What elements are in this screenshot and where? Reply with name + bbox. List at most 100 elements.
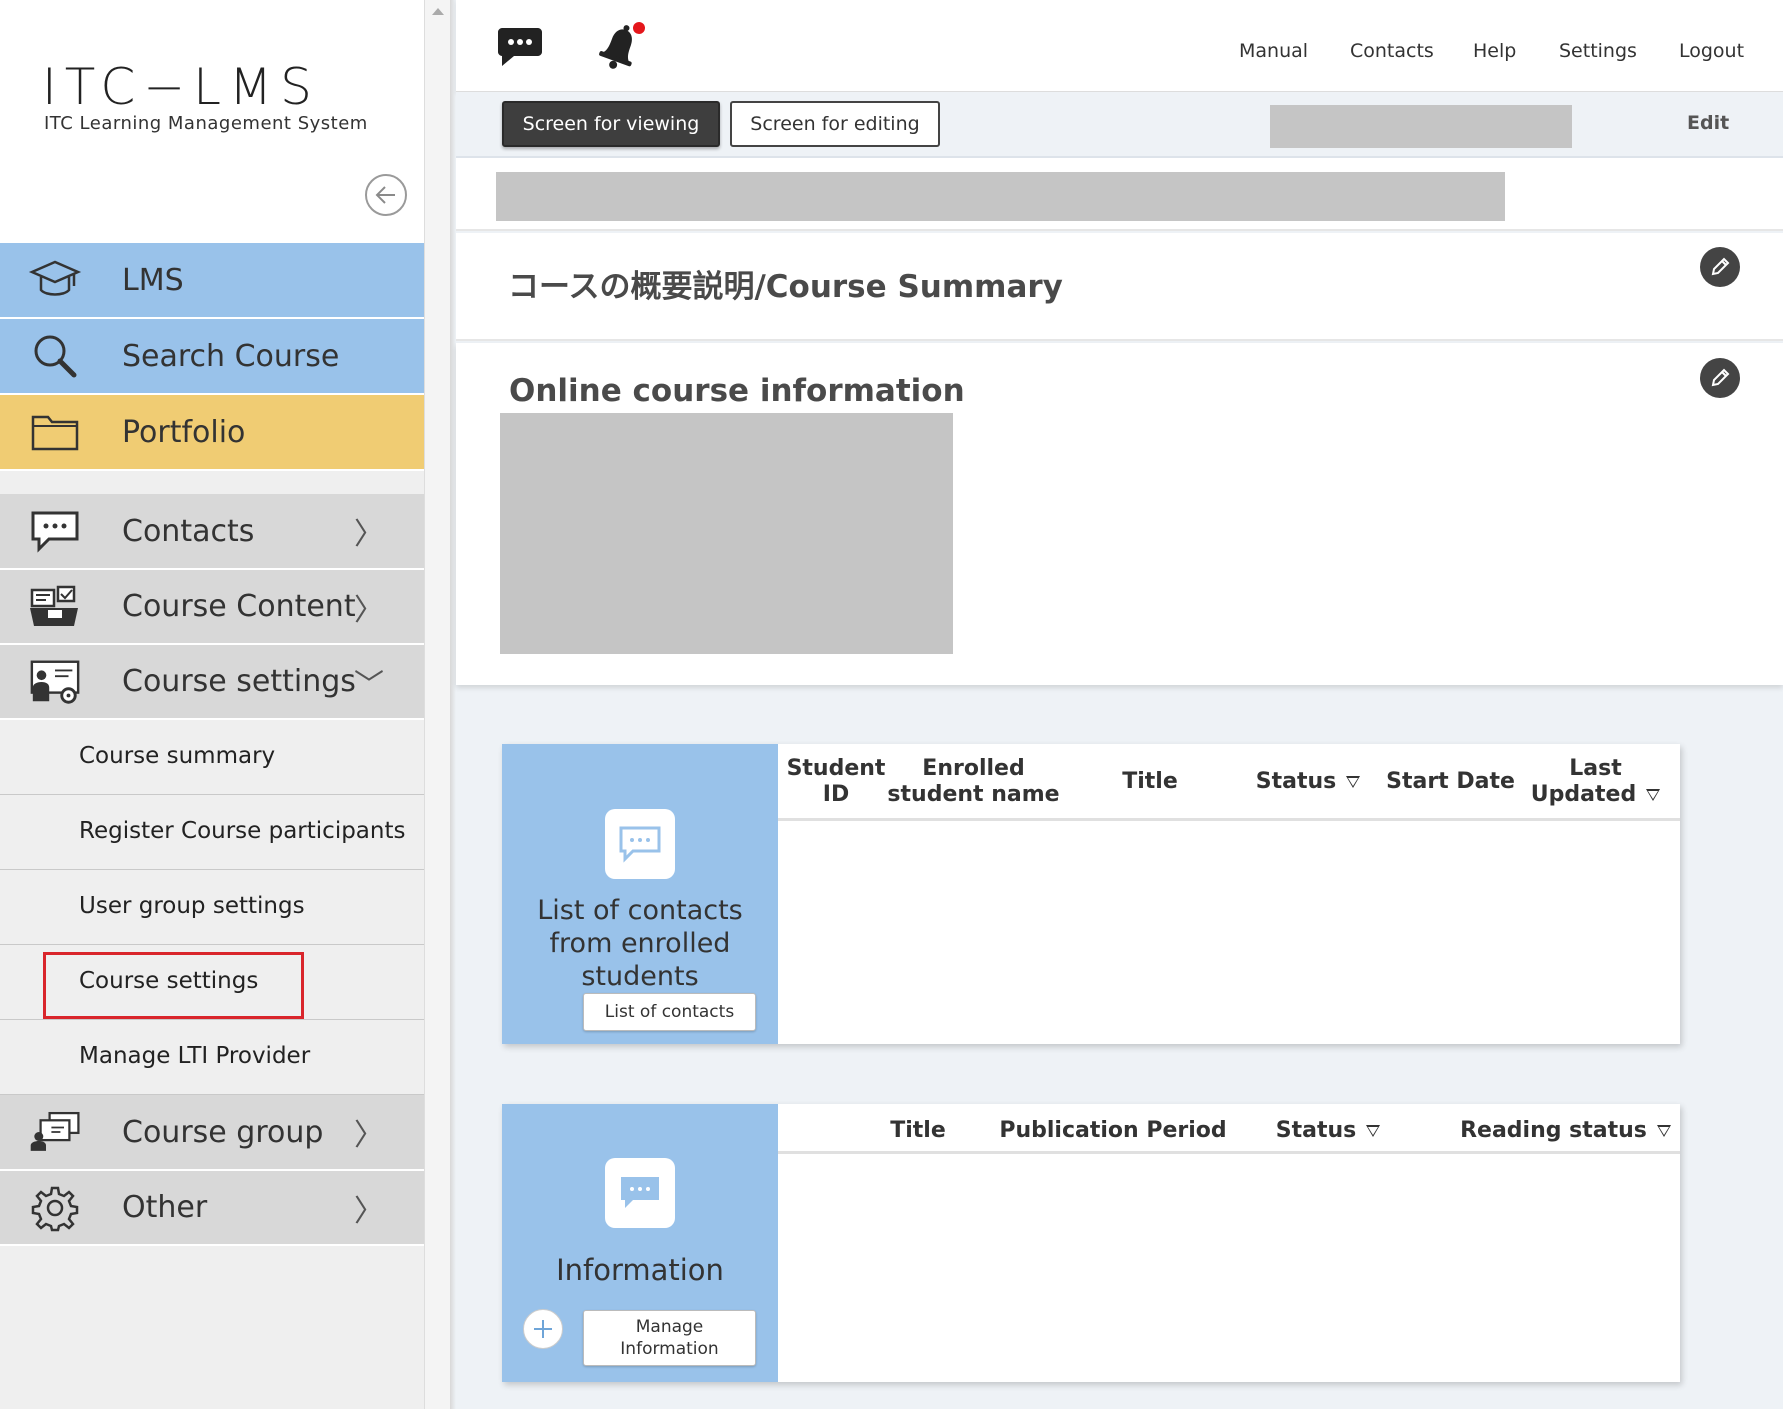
header-line: student name bbox=[887, 782, 1060, 807]
edit-link[interactable]: Edit bbox=[1687, 112, 1729, 134]
notification-dot bbox=[633, 22, 645, 34]
sidebar-item-label: LMS bbox=[122, 262, 184, 298]
column-header-title[interactable]: Title bbox=[858, 1118, 978, 1144]
sidebar-item-course-settings[interactable]: Course settings ﹀ bbox=[0, 645, 424, 720]
contacts-card-title-line: from enrolled bbox=[549, 928, 731, 959]
chevron-right-icon: 〉 bbox=[354, 1118, 384, 1153]
plus-icon bbox=[534, 1320, 552, 1338]
chat-bubble-icon bbox=[605, 809, 675, 879]
sidebar: ITC−LMS ITC Learning Management System L… bbox=[0, 0, 424, 1409]
manage-information-button[interactable]: Manage Information bbox=[583, 1310, 756, 1366]
scroll-up-icon[interactable] bbox=[432, 8, 444, 15]
course-content-icon bbox=[28, 582, 82, 632]
chevron-right-icon: 〉 bbox=[354, 592, 384, 628]
online-course-info-title: Online course information bbox=[509, 373, 965, 409]
header-label: Status bbox=[1275, 1118, 1357, 1143]
settings-link[interactable]: Settings bbox=[1559, 40, 1637, 62]
logo-area: ITC−LMS ITC Learning Management System bbox=[0, 0, 424, 243]
chevron-down-icon: ﹀ bbox=[354, 667, 384, 703]
sidebar-item-contacts[interactable]: Contacts 〉 bbox=[0, 494, 424, 570]
sidebar-subitem-manage-lti-provider[interactable]: Manage LTI Provider bbox=[0, 1020, 424, 1095]
contacts-card-title-line: List of contacts bbox=[537, 895, 743, 926]
sort-down-icon[interactable] bbox=[1346, 776, 1361, 788]
collapse-sidebar-button[interactable] bbox=[365, 174, 407, 216]
sidebar-item-label: Other bbox=[122, 1190, 208, 1225]
sidebar-item-search-course[interactable]: Search Course bbox=[0, 319, 424, 395]
messages-icon[interactable] bbox=[496, 28, 544, 72]
sidebar-scrollbar[interactable] bbox=[424, 0, 450, 1409]
contacts-card: List of contacts from enrolled students … bbox=[502, 744, 1680, 1044]
pencil-icon bbox=[1711, 368, 1730, 387]
arrow-left-icon bbox=[375, 186, 395, 204]
add-information-button[interactable] bbox=[523, 1309, 563, 1349]
information-table-header: Title Publication Period Status Reading … bbox=[778, 1104, 1680, 1154]
column-header-student-id[interactable]: Student ID bbox=[786, 756, 886, 808]
message-icon bbox=[605, 1158, 675, 1228]
column-header-status[interactable]: Status bbox=[1263, 1118, 1393, 1144]
gear-icon bbox=[28, 1183, 82, 1233]
header-line: Enrolled bbox=[922, 756, 1025, 781]
sidebar-item-other[interactable]: Other 〉 bbox=[0, 1171, 424, 1246]
contacts-table-header: Student ID Enrolled student name Title S… bbox=[778, 744, 1680, 821]
sidebar-item-label: Search Course bbox=[122, 338, 340, 374]
header-line: Last bbox=[1569, 756, 1622, 781]
sidebar-item-label: Contacts bbox=[122, 513, 255, 549]
button-line: Information bbox=[620, 1339, 719, 1359]
sidebar-item-label: Portfolio bbox=[122, 414, 246, 450]
edit-online-info-button[interactable] bbox=[1700, 358, 1740, 398]
sidebar-subitem-course-summary[interactable]: Course summary bbox=[0, 720, 424, 795]
sidebar-item-lms[interactable]: LMS bbox=[0, 243, 424, 319]
chevron-right-icon: 〉 bbox=[354, 517, 384, 552]
sidebar-subitem-label: Course summary bbox=[79, 743, 276, 769]
column-header-reading-status[interactable]: Reading status bbox=[1458, 1118, 1673, 1144]
header-line: ID bbox=[822, 782, 850, 807]
sort-down-icon[interactable] bbox=[1366, 1125, 1381, 1137]
column-header-student-name[interactable]: Enrolled student name bbox=[886, 756, 1061, 808]
button-line: Manage bbox=[635, 1317, 704, 1337]
screen-for-viewing-button[interactable]: Screen for viewing bbox=[502, 101, 720, 147]
redacted-online-info bbox=[500, 413, 953, 654]
sidebar-item-label: Course group bbox=[122, 1114, 324, 1150]
chevron-right-icon: 〉 bbox=[354, 1193, 384, 1229]
header-line: Student bbox=[786, 756, 886, 781]
contacts-card-title: List of contacts from enrolled students bbox=[502, 894, 778, 993]
header-label: Status bbox=[1255, 769, 1337, 794]
graduation-cap-icon bbox=[28, 255, 82, 305]
logout-link[interactable]: Logout bbox=[1679, 40, 1744, 62]
manual-link[interactable]: Manual bbox=[1239, 40, 1308, 62]
screen-for-editing-button[interactable]: Screen for editing bbox=[730, 101, 940, 147]
column-header-status[interactable]: Status bbox=[1248, 769, 1368, 795]
speech-bubble-icon bbox=[28, 506, 82, 556]
sidebar-subitem-label: Register Course participants bbox=[79, 818, 406, 844]
mode-bar: Screen for viewing Screen for editing Ed… bbox=[456, 92, 1783, 158]
column-header-last-updated[interactable]: Last Updated bbox=[1528, 756, 1663, 808]
course-summary-panel: コースの概要説明/Course Summary bbox=[456, 233, 1783, 341]
sidebar-subitem-label: Manage LTI Provider bbox=[79, 1043, 311, 1069]
course-title-panel bbox=[456, 158, 1783, 231]
sidebar-item-course-group[interactable]: Course group 〉 bbox=[0, 1095, 424, 1171]
sort-down-icon[interactable] bbox=[1646, 789, 1661, 801]
sidebar-subitem-register-participants[interactable]: Register Course participants bbox=[0, 795, 424, 870]
contacts-link[interactable]: Contacts bbox=[1350, 40, 1434, 62]
course-summary-title: コースの概要説明/Course Summary bbox=[508, 269, 1063, 305]
information-card-title: Information bbox=[556, 1253, 724, 1287]
sidebar-item-portfolio[interactable]: Portfolio bbox=[0, 395, 424, 471]
column-header-title[interactable]: Title bbox=[1100, 769, 1200, 795]
sidebar-item-label: Course Content bbox=[122, 589, 356, 624]
information-card: Information Manage Information Title Pub… bbox=[502, 1104, 1680, 1382]
information-card-sidebar: Information Manage Information bbox=[502, 1104, 778, 1382]
online-course-info-panel: Online course information bbox=[456, 343, 1783, 685]
column-header-publication-period[interactable]: Publication Period bbox=[993, 1118, 1233, 1144]
contacts-card-sidebar: List of contacts from enrolled students … bbox=[502, 744, 778, 1044]
sidebar-item-label: Course settings bbox=[122, 664, 356, 699]
course-settings-icon bbox=[28, 657, 82, 707]
sidebar-item-course-content[interactable]: Course Content 〉 bbox=[0, 570, 424, 645]
sort-down-icon[interactable] bbox=[1656, 1125, 1671, 1137]
column-header-start-date[interactable]: Start Date bbox=[1383, 769, 1518, 795]
sidebar-subitem-user-group-settings[interactable]: User group settings bbox=[0, 870, 424, 945]
logo-subtitle: ITC Learning Management System bbox=[44, 113, 368, 134]
edit-summary-button[interactable] bbox=[1700, 247, 1740, 287]
help-link[interactable]: Help bbox=[1473, 40, 1516, 62]
list-of-contacts-button[interactable]: List of contacts bbox=[583, 993, 756, 1031]
folder-icon bbox=[28, 407, 82, 457]
